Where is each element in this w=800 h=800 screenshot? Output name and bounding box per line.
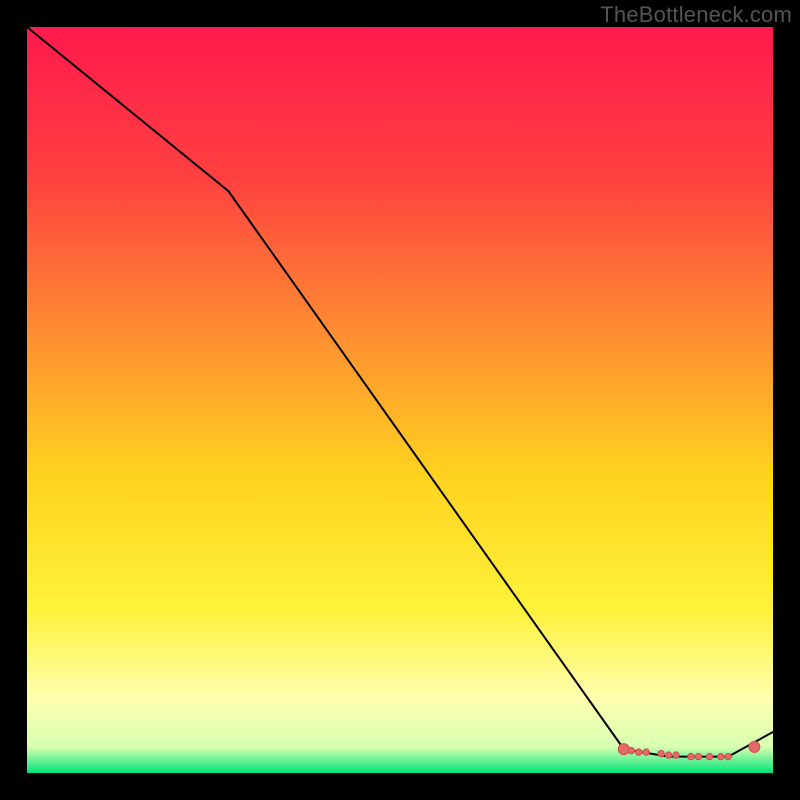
data-marker bbox=[749, 741, 760, 752]
data-marker bbox=[658, 750, 664, 756]
data-marker bbox=[725, 753, 731, 759]
data-marker bbox=[695, 753, 701, 759]
bottleneck-chart bbox=[27, 27, 773, 773]
data-marker bbox=[643, 749, 649, 755]
data-marker bbox=[673, 752, 679, 758]
data-marker bbox=[618, 744, 629, 755]
chart-frame: TheBottleneck.com bbox=[0, 0, 800, 800]
plot-area bbox=[27, 27, 773, 773]
data-marker bbox=[718, 753, 724, 759]
data-marker bbox=[628, 747, 634, 753]
data-marker bbox=[665, 752, 671, 758]
watermark-text: TheBottleneck.com bbox=[600, 2, 792, 28]
gradient-background bbox=[27, 27, 773, 773]
data-marker bbox=[688, 753, 694, 759]
data-marker bbox=[706, 753, 712, 759]
data-marker bbox=[636, 749, 642, 755]
